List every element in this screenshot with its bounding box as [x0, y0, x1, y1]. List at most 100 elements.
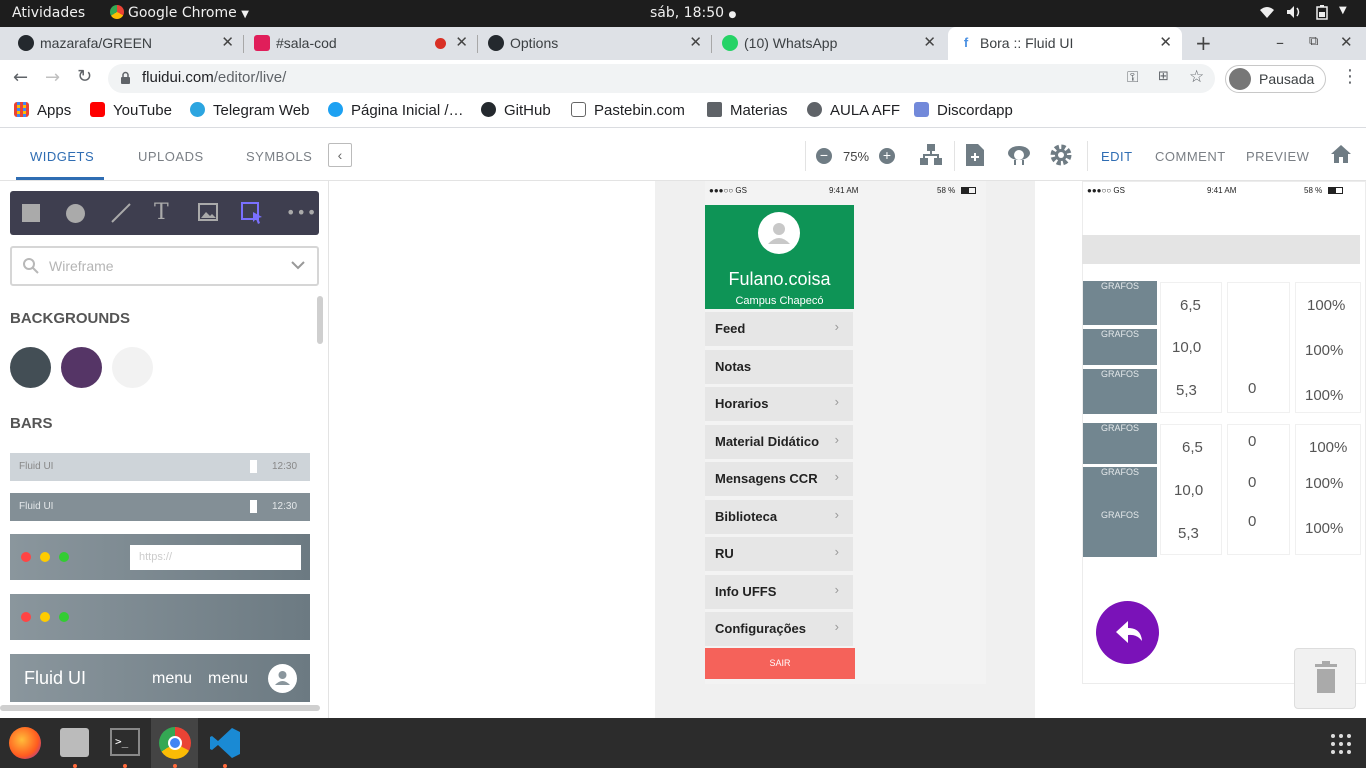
app-menu[interactable]: Google Chrome ▼ — [110, 5, 249, 21]
star-icon[interactable]: ☆ — [1189, 67, 1204, 87]
menu-item-material[interactable]: Material Didático › — [705, 425, 853, 459]
background-swatch-purple[interactable] — [61, 347, 102, 388]
bookmark-twitter[interactable]: Página Inicial /… — [328, 102, 464, 119]
bar-widget-dark[interactable]: Fluid UI 12:30 — [10, 493, 310, 521]
translate-icon[interactable]: ⊞ — [1158, 69, 1169, 84]
menu-item-horarios[interactable]: Horarios › — [705, 387, 853, 421]
address-bar[interactable]: fluidui.com/editor/live/ ⚿ ⊞ ☆ — [108, 64, 1215, 93]
trash-drop-zone[interactable] — [1294, 648, 1356, 709]
close-tab-icon[interactable]: ✕ — [455, 33, 468, 51]
logout-button[interactable]: SAIR — [705, 648, 855, 679]
background-swatch-light[interactable] — [112, 347, 153, 388]
grafos-button[interactable]: GRAFOS — [1083, 329, 1157, 365]
vscode-icon[interactable] — [210, 727, 240, 763]
reload-button[interactable]: ↻ — [77, 66, 92, 87]
battery-icon[interactable] — [1316, 5, 1328, 24]
tab-options[interactable]: Options ✕ — [478, 27, 712, 60]
new-tab-button[interactable]: + — [1195, 31, 1212, 55]
minimize-window-icon[interactable]: – — [1276, 33, 1284, 52]
close-tab-icon[interactable]: ✕ — [221, 33, 234, 51]
chevron-right-icon: › — [834, 469, 839, 484]
browser-bar-widget[interactable]: https:// — [10, 534, 310, 580]
new-page-icon[interactable] — [965, 143, 985, 172]
editor-header: WIDGETS UPLOADS SYMBOLS ‹ − 75% + EDIT C… — [0, 129, 1366, 181]
activities-button[interactable]: Atividades — [12, 5, 85, 21]
close-tab-icon[interactable]: ✕ — [1159, 33, 1172, 51]
text-tool-icon[interactable]: T — [154, 200, 169, 225]
window-bar-widget[interactable] — [10, 594, 310, 640]
grafos-button[interactable]: GRAFOS — [1083, 467, 1157, 512]
gear-icon[interactable] — [1049, 143, 1073, 172]
bookmark-materias[interactable]: Materias — [707, 102, 788, 119]
collapse-panel-button[interactable]: ‹ — [328, 143, 352, 167]
tab-uploads[interactable]: UPLOADS — [138, 149, 204, 164]
menu-item-biblioteca[interactable]: Biblioteca › — [705, 500, 853, 534]
tab-whatsapp[interactable]: (10) WhatsApp ✕ — [712, 27, 946, 60]
grafos-button[interactable]: GRAFOS — [1083, 369, 1157, 414]
key-icon[interactable]: ⚿ — [1127, 68, 1138, 86]
bar-widget-light[interactable]: Fluid UI 12:30 — [10, 453, 310, 481]
bookmark-youtube[interactable]: YouTube — [90, 102, 172, 119]
restore-window-icon[interactable]: ⧉ — [1309, 34, 1318, 49]
bookmark-discord[interactable]: Discordapp — [914, 102, 1013, 119]
show-applications-icon[interactable] — [1330, 733, 1352, 759]
firefox-icon[interactable] — [9, 727, 41, 759]
line-tool-icon[interactable] — [111, 203, 131, 227]
files-icon[interactable] — [60, 728, 89, 757]
sheep-icon[interactable] — [1006, 143, 1032, 172]
tab-fluid-ui[interactable]: f Bora :: Fluid UI ✕ — [948, 27, 1182, 60]
menu-item-configuracoes[interactable]: Configurações › — [705, 612, 853, 646]
tab-sala-cod[interactable]: #sala-cod ✕ — [244, 27, 478, 60]
zoom-out-button[interactable]: − — [816, 148, 832, 164]
back-button[interactable]: ← — [13, 67, 28, 88]
carrier: ●●●○○ GS — [1087, 186, 1125, 195]
bookmark-telegram[interactable]: Telegram Web — [190, 102, 309, 119]
zoom-in-button[interactable]: + — [879, 148, 895, 164]
menu-item-notas[interactable]: Notas — [705, 350, 853, 384]
system-menu-chevron-icon[interactable]: ▼ — [1339, 5, 1347, 16]
grafos-button[interactable]: GRAFOS — [1083, 423, 1157, 464]
sitemap-icon[interactable] — [919, 143, 943, 172]
hotspot-tool-icon[interactable] — [241, 202, 265, 230]
forward-button[interactable]: → — [45, 67, 60, 88]
menu-item-info-uffs[interactable]: Info UFFS › — [705, 575, 853, 609]
widget-library-select[interactable]: Wireframe — [10, 246, 319, 286]
reply-fab[interactable] — [1096, 601, 1159, 664]
rectangle-tool-icon[interactable] — [22, 204, 40, 222]
bookmark-pastebin[interactable]: Pastebin.com — [571, 102, 685, 119]
panel-horizontal-scrollbar[interactable] — [0, 705, 320, 711]
close-window-icon[interactable]: ✕ — [1340, 33, 1353, 51]
bookmark-github[interactable]: GitHub — [481, 102, 551, 119]
grafos-button[interactable]: GRAFOS — [1083, 281, 1157, 325]
chevron-down-icon: ▼ — [241, 9, 249, 20]
tab-widgets[interactable]: WIDGETS — [30, 149, 94, 164]
bookmark-aula-aff[interactable]: AULA AFF — [807, 102, 900, 119]
close-tab-icon[interactable]: ✕ — [689, 33, 702, 51]
home-icon[interactable] — [1330, 144, 1352, 169]
tab-mazarafa[interactable]: mazarafa/GREEN ✕ — [8, 27, 244, 60]
more-tools-icon[interactable]: ••• — [286, 203, 317, 222]
nav-bar-widget[interactable]: Fluid UI menu menu — [10, 654, 310, 702]
panel-scrollbar[interactable] — [317, 296, 323, 344]
wifi-icon[interactable] — [1259, 5, 1275, 23]
tab-edit[interactable]: EDIT — [1101, 149, 1133, 164]
status-time: 9:41 AM — [829, 186, 859, 195]
menu-item-feed[interactable]: Feed › — [705, 312, 853, 346]
close-tab-icon[interactable]: ✕ — [923, 33, 936, 51]
profile-button[interactable]: Pausada — [1225, 65, 1326, 93]
image-tool-icon[interactable] — [198, 203, 218, 225]
bookmark-apps[interactable]: Apps — [14, 102, 71, 119]
grafos-button[interactable]: GRAFOS — [1083, 510, 1157, 557]
chrome-icon[interactable] — [159, 727, 191, 759]
tab-comment[interactable]: COMMENT — [1155, 149, 1226, 164]
chrome-menu-icon[interactable]: ⋮ — [1341, 66, 1359, 87]
clock[interactable]: sáb, 18:50 ● — [650, 5, 736, 21]
tab-preview[interactable]: PREVIEW — [1246, 149, 1309, 164]
volume-icon[interactable] — [1286, 5, 1302, 23]
menu-item-mensagens[interactable]: Mensagens CCR › — [705, 462, 853, 496]
circle-tool-icon[interactable] — [66, 204, 85, 223]
terminal-icon[interactable]: >_ — [110, 728, 140, 756]
menu-item-ru[interactable]: RU › — [705, 537, 853, 571]
tab-symbols[interactable]: SYMBOLS — [246, 149, 312, 164]
background-swatch-dark[interactable] — [10, 347, 51, 388]
